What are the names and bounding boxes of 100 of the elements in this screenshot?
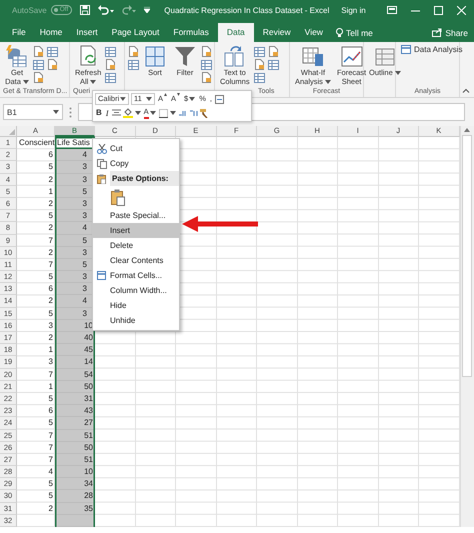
menu-item[interactable]: Hide xyxy=(93,298,179,313)
table-cell-text: 6 xyxy=(48,149,54,162)
table-cell-text: 5 xyxy=(48,417,54,430)
vertical-scrollbar[interactable] xyxy=(460,126,474,527)
table-cell-text: 5 xyxy=(48,271,54,284)
table-cell-text: 5 xyxy=(48,490,54,502)
clipboard-icon[interactable] xyxy=(111,188,125,206)
chart-icon xyxy=(340,45,364,67)
handle-icon[interactable] xyxy=(69,106,72,118)
share-button[interactable]: Share xyxy=(432,23,468,42)
caret-icon xyxy=(394,71,401,76)
name-box[interactable]: B1 xyxy=(3,104,63,120)
save-icon[interactable] xyxy=(80,5,90,15)
paintbrush-icon[interactable] xyxy=(200,108,209,118)
table-cell: 4 xyxy=(55,222,95,234)
ribbon-tab[interactable]: View xyxy=(298,23,330,42)
customize-icon[interactable] xyxy=(144,7,150,13)
table-cell: 28 xyxy=(55,490,95,503)
ribbon-tab[interactable]: Formulas xyxy=(166,23,216,42)
table-cell: 4 xyxy=(55,149,95,162)
menu-item[interactable]: Column Width... xyxy=(93,283,179,298)
table-icon[interactable] xyxy=(105,46,116,57)
database-icon xyxy=(5,45,29,67)
table-cell-text: 3 xyxy=(48,356,54,368)
table-cell-text: 5 xyxy=(48,392,54,405)
table-icon[interactable] xyxy=(201,59,212,70)
ribbon-tab[interactable]: Insert xyxy=(69,23,105,42)
collapse-icon[interactable] xyxy=(462,88,470,93)
table-icon[interactable] xyxy=(105,72,116,83)
document-icon[interactable] xyxy=(201,72,212,83)
document-icon[interactable] xyxy=(105,59,116,70)
menu-item[interactable]: Delete xyxy=(93,238,179,253)
ribbon-tab[interactable]: Data xyxy=(218,23,254,42)
table-cell-text: 6 xyxy=(48,405,54,418)
menu-item[interactable]: Format Cells... xyxy=(93,268,179,283)
table-icon[interactable] xyxy=(268,59,279,70)
table-cell: 35 xyxy=(55,502,95,515)
document-icon[interactable] xyxy=(128,46,139,57)
caret-icon xyxy=(150,111,156,115)
up-arrow-icon[interactable] xyxy=(464,128,470,132)
italic-button[interactable]: I xyxy=(104,107,110,119)
table-cell-text: 5 xyxy=(48,210,54,222)
maximize-icon[interactable] xyxy=(434,6,443,14)
ribbon-tab[interactable]: File xyxy=(5,23,33,42)
sign-in-link[interactable]: Sign in xyxy=(341,6,366,14)
merge-icon[interactable] xyxy=(214,94,224,104)
caret-icon xyxy=(22,80,29,84)
down-arrow-icon xyxy=(177,93,180,96)
menu-item[interactable]: Clear Contents xyxy=(93,253,179,268)
table-cell-text: 2 xyxy=(48,246,54,259)
ribbon-display-icon[interactable] xyxy=(387,6,397,14)
align-center-icon[interactable] xyxy=(112,109,121,117)
ribbon-tab[interactable]: Home xyxy=(32,23,70,42)
table-icon[interactable] xyxy=(33,59,44,70)
table-cell-text: 2 xyxy=(48,332,54,344)
ribbon-button[interactable]: Data Analysis xyxy=(399,45,464,54)
table-cell: 50 xyxy=(55,442,95,454)
table-cell: 31 xyxy=(55,392,95,406)
table-icon[interactable] xyxy=(254,72,265,83)
table-cell: 3 xyxy=(55,271,95,284)
table-cell-text: 2 xyxy=(48,174,54,186)
menu-item[interactable]: Copy xyxy=(93,156,179,171)
tell-me-button[interactable]: Tell me xyxy=(336,23,373,42)
document-icon[interactable] xyxy=(47,59,58,70)
menu-item[interactable]: Paste Special... xyxy=(93,208,179,223)
table-cell-text: 7 xyxy=(48,430,54,442)
document-icon[interactable] xyxy=(33,46,44,57)
sort-icon xyxy=(143,45,167,67)
table-cell-text: 2 xyxy=(48,295,54,308)
increase-decimal-icon[interactable] xyxy=(178,109,187,117)
menu-item[interactable]: Unhide xyxy=(93,313,179,328)
table-cell: 14 xyxy=(55,356,95,369)
document-icon[interactable] xyxy=(201,46,212,57)
document-icon[interactable] xyxy=(254,59,265,70)
close-icon[interactable] xyxy=(457,6,466,14)
redo-icon[interactable] xyxy=(122,5,136,15)
borders-icon[interactable] xyxy=(158,108,168,118)
decrease-decimal-icon[interactable] xyxy=(188,109,198,117)
table-cell-text: Conscient xyxy=(18,137,55,149)
ribbon-tab[interactable]: Page Layout xyxy=(104,23,166,42)
funnel-icon xyxy=(173,45,197,67)
document-icon[interactable] xyxy=(268,46,279,57)
undo-icon[interactable] xyxy=(98,5,114,15)
table-icon[interactable] xyxy=(47,46,58,57)
caret-icon xyxy=(134,111,141,115)
document-icon[interactable] xyxy=(33,72,44,83)
menu-item[interactable]: Insert xyxy=(93,223,179,238)
bold-button[interactable]: B xyxy=(95,107,103,119)
table-cell-text: 7 xyxy=(48,454,54,466)
table-cell-text: 2 xyxy=(48,502,54,515)
fill-color-icon[interactable] xyxy=(122,108,133,118)
table-icon[interactable] xyxy=(254,46,265,57)
table-cell-text: 2 xyxy=(48,222,54,234)
ribbon-tab[interactable]: Review xyxy=(256,23,298,42)
menu-item[interactable]: Cut xyxy=(93,141,179,156)
table-cell-text: 5 xyxy=(48,308,54,320)
table-icon[interactable] xyxy=(128,59,139,70)
table-cell-text: 1 xyxy=(48,344,54,356)
table-cell: 51 xyxy=(55,454,95,466)
table-cell: 4 xyxy=(55,295,95,308)
